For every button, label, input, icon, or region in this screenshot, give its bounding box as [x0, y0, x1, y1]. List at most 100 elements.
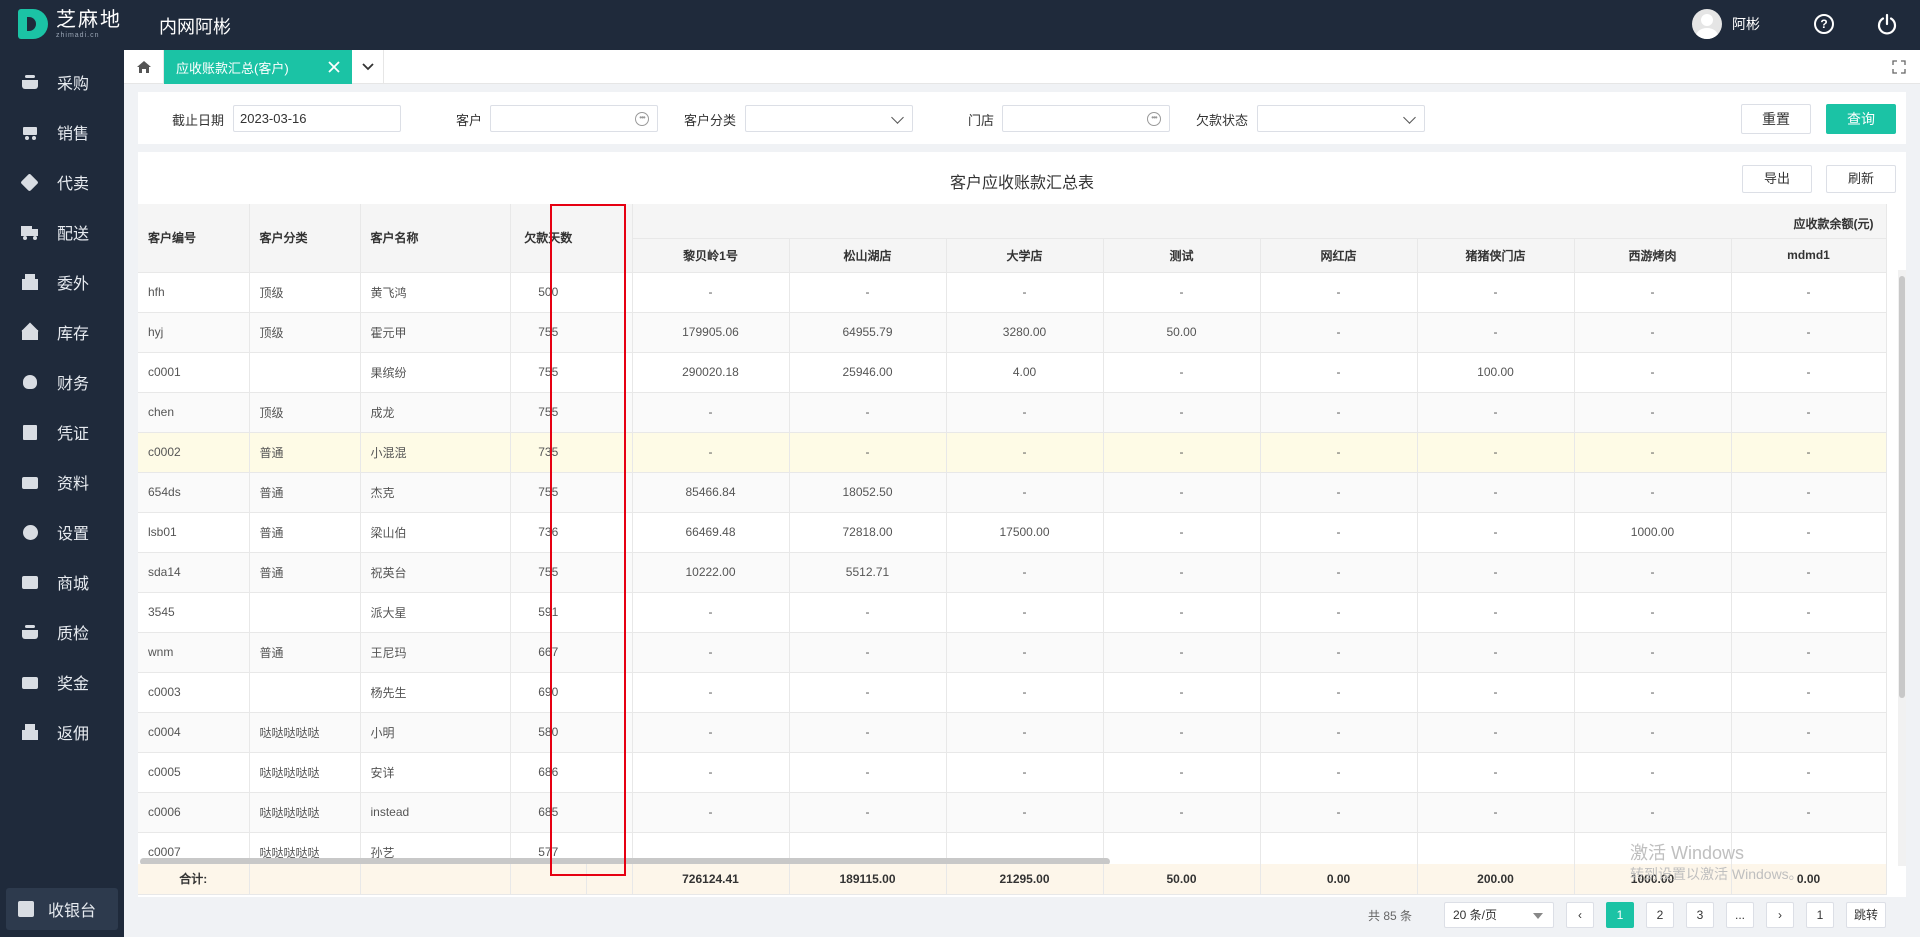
user-name[interactable]: 阿彬 [1732, 14, 1760, 34]
refresh-button[interactable]: 刷新 [1826, 165, 1896, 193]
sidebar-item-outsourcing[interactable]: 委外 [0, 262, 124, 302]
sidebar-item-delivery[interactable]: 配送 [0, 212, 124, 252]
table-row[interactable]: 654ds 普通 杰克 755 85466.84 18052.50- - - - - - [138, 472, 1887, 513]
balance-cell: - [946, 552, 1104, 593]
store-column-header[interactable]: 网红店 [1260, 238, 1418, 273]
reset-button[interactable]: 重置 [1741, 104, 1811, 134]
date-input[interactable]: 2023-03-16 [233, 105, 401, 132]
close-icon[interactable] [326, 59, 342, 75]
sidebar-item-inventory[interactable]: 库存 [0, 312, 124, 352]
basket-icon [21, 74, 39, 90]
fullscreen-icon[interactable] [1892, 60, 1906, 74]
table-row[interactable]: hfh 顶级 黄飞鸿 500- - - - - - - - [138, 272, 1887, 313]
column-header[interactable]: 客户编号 [138, 204, 250, 273]
page-button[interactable]: 1 [1606, 902, 1634, 928]
column-header-debt-days[interactable]: 欠款天数 [510, 204, 586, 273]
sidebar-item-label: 奖金 [57, 676, 90, 693]
store-column-header[interactable]: 测试 [1103, 238, 1261, 273]
table-row[interactable]: c0005 哒哒哒哒哒 安详 686- - - - - - - - [138, 752, 1887, 793]
sidebar-item-data[interactable]: 资料 [0, 462, 124, 502]
table-row[interactable]: hyj 顶级 霍元甲 755 179905.06 64955.79 3280.00 50.00… [138, 312, 1887, 353]
balance-cell: - [1574, 392, 1732, 433]
sidebar-item-voucher[interactable]: 凭证 [0, 412, 124, 452]
export-button[interactable]: 导出 [1742, 165, 1812, 193]
balance-cell: - [946, 432, 1104, 473]
total-cell [510, 864, 587, 895]
balance-cell: - [1731, 552, 1887, 593]
customer-code-cell: wnm [138, 632, 250, 673]
tab-menu-button[interactable] [352, 50, 384, 84]
table-row[interactable]: c0003 杨先生 690- - - - - - - - [138, 672, 1887, 713]
store-column-header[interactable]: 西游烤肉 [1574, 238, 1732, 273]
store-column-header[interactable]: mdmd1 [1731, 238, 1887, 273]
more-icon[interactable]: ••• [1147, 112, 1161, 126]
page-button[interactable]: 2 [1646, 902, 1674, 928]
sidebar-item-rebate[interactable]: 返佣 [0, 712, 124, 752]
customer-name-cell: 成龙 [360, 392, 511, 433]
debt-status-select[interactable] [1257, 105, 1425, 132]
total-value-cell: 200.00 [1417, 864, 1575, 895]
customer-code-cell: 654ds [138, 472, 250, 513]
sidebar-item-label: 采购 [57, 76, 90, 93]
power-icon[interactable] [1876, 13, 1898, 35]
customer-input[interactable]: ••• [490, 105, 658, 132]
table-row[interactable]: c0004 哒哒哒哒哒 小明 580- - - - - - - - [138, 712, 1887, 753]
spacer-cell [586, 432, 633, 473]
balance-cell: - [632, 632, 790, 673]
sidebar-item-quality[interactable]: 质检 [0, 612, 124, 652]
sidebar-item-purchase[interactable]: 采购 [0, 62, 124, 102]
debt-days-cell: 755 [510, 552, 586, 593]
home-button[interactable] [124, 50, 164, 84]
debt-days-cell: 735 [510, 432, 586, 473]
sidebar-item-bonus[interactable]: 奖金 [0, 662, 124, 702]
column-header[interactable]: 客户分类 [249, 204, 361, 273]
sidebar-item-sales[interactable]: 销售 [0, 112, 124, 152]
column-header-spacer [586, 204, 633, 273]
table-row[interactable]: c0001 果缤纷 755 290020.18 25946.00 4.00- -100.00… [138, 352, 1887, 393]
category-select[interactable] [745, 105, 913, 132]
vertical-scrollbar[interactable] [1899, 276, 1905, 698]
customer-category-cell: 普通 [249, 632, 361, 673]
store-column-header[interactable]: 大学店 [946, 238, 1104, 273]
balance-cell: - [789, 792, 947, 833]
jump-button[interactable]: 跳转 [1846, 902, 1886, 928]
customer-name-cell: 安详 [360, 752, 511, 793]
table-row[interactable]: lsb01 普通 梁山伯 736 66469.48 72818.00 17500.00- - -… [138, 512, 1887, 553]
sidebar-item-mall[interactable]: 商城 [0, 562, 124, 602]
table-row[interactable]: 3545 派大星 591- - - - - - - - [138, 592, 1887, 633]
sidebar-item-settings[interactable]: 设置 [0, 512, 124, 552]
total-value-cell: 50.00 [1103, 864, 1261, 895]
sidebar-item-consignment[interactable]: 代卖 [0, 162, 124, 202]
next-page-button[interactable]: › [1766, 902, 1794, 928]
balance-cell: - [946, 752, 1104, 793]
customer-code-cell: 3545 [138, 592, 250, 633]
sidebar-item-finance[interactable]: 财务 [0, 362, 124, 402]
balance-cell: - [1260, 392, 1418, 433]
jump-page-input[interactable]: 1 [1806, 902, 1834, 928]
table-row[interactable]: c0006 哒哒哒哒哒 instead 685- - - - - - - - [138, 792, 1887, 833]
warehouse-icon [21, 322, 39, 340]
page-button[interactable]: 3 [1686, 902, 1714, 928]
total-cell [249, 864, 361, 895]
page-size-select[interactable]: 20 条/页 [1444, 902, 1554, 928]
store-column-header[interactable]: 猪猪侠门店 [1417, 238, 1575, 273]
table-row[interactable]: chen 顶级 成龙 755- - - - - - - - [138, 392, 1887, 433]
store-column-header[interactable]: 松山湖店 [789, 238, 947, 273]
sidebar-item-label: 财务 [57, 376, 90, 393]
activation-watermark: 激活 Windows 转到设置以激活 Windows。 [1630, 842, 1803, 884]
table-row[interactable]: wnm 普通 王尼玛 667- - - - - - - - [138, 632, 1887, 673]
store-input[interactable]: ••• [1002, 105, 1170, 132]
store-column-header[interactable]: 黎贝岭1号 [632, 238, 790, 273]
page-ellipsis[interactable]: ... [1726, 902, 1754, 928]
table-row[interactable]: c0002 普通 小混混 735- - - - - - - - [138, 432, 1887, 473]
tab-receivable-summary[interactable]: 应收账款汇总(客户) [164, 50, 352, 84]
column-header[interactable]: 客户名称 [360, 204, 511, 273]
user-menu[interactable]: 阿彬 [1692, 9, 1760, 39]
more-icon[interactable]: ••• [635, 112, 649, 126]
cashier-button[interactable]: 收银台 [6, 888, 118, 930]
help-icon[interactable]: ? [1814, 14, 1834, 34]
table-row[interactable]: sda14 普通 祝英台 755 10222.00 5512.71- - - - - - [138, 552, 1887, 593]
avatar[interactable] [1692, 9, 1722, 39]
prev-page-button[interactable]: ‹ [1566, 902, 1594, 928]
query-button[interactable]: 查询 [1826, 104, 1896, 134]
